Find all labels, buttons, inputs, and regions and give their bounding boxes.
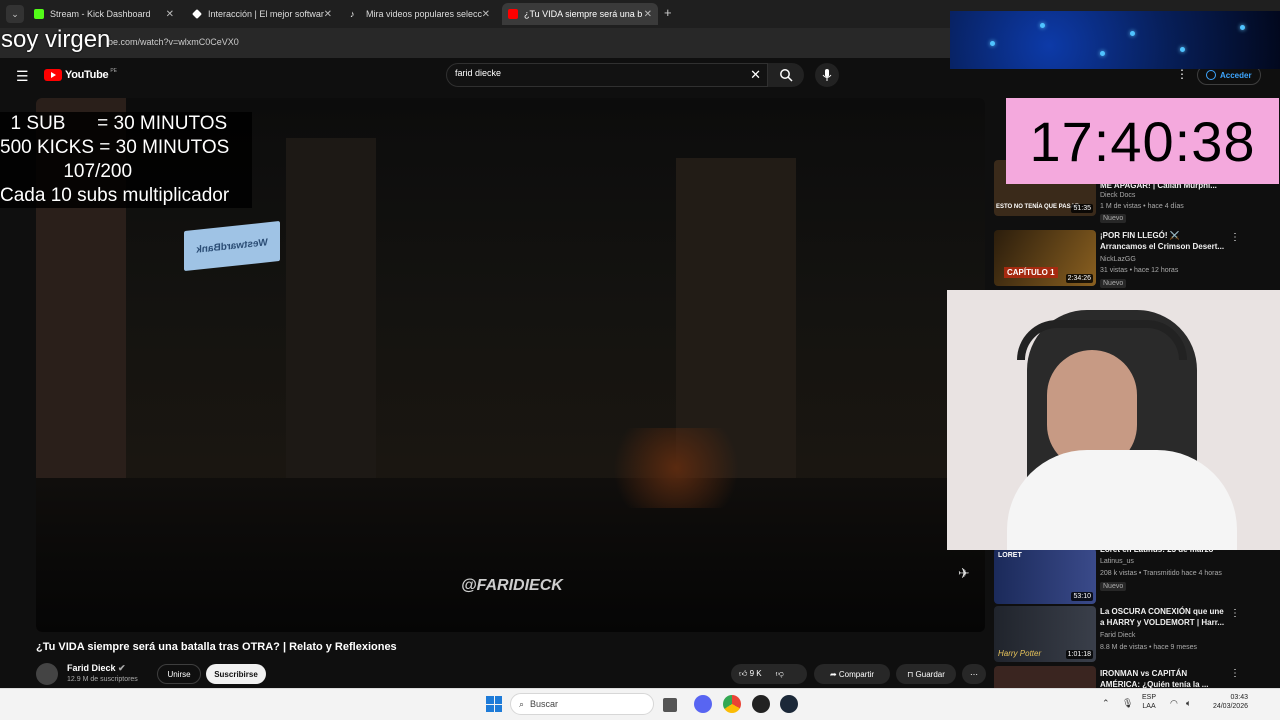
like-dislike-group: 👍︎ 9 K 👎︎: [731, 664, 807, 684]
menu-icon[interactable]: ☰: [16, 68, 29, 85]
youtube-logo[interactable]: YouTube PE: [44, 68, 117, 81]
youtube-play-icon: [44, 69, 62, 81]
overlay-text: soy virgen: [1, 26, 111, 53]
new-badge: Nuevo: [1100, 279, 1127, 288]
save-button[interactable]: ⊓ Guardar: [896, 664, 956, 684]
new-badge: Nuevo: [1100, 582, 1127, 591]
new-badge: Nuevo: [1100, 214, 1127, 223]
video-thumbnail: LORET 53:10: [994, 548, 1096, 604]
search-icon: [780, 69, 793, 82]
close-icon[interactable]: ✕: [644, 9, 652, 20]
recommended-video[interactable]: CAPÍTULO 1 2:34:26 ¡POR FIN LLEGÓ! ⚔️ Ar…: [994, 230, 1264, 288]
join-button[interactable]: Unirse: [157, 664, 201, 684]
dislike-icon[interactable]: 👎︎: [776, 669, 784, 679]
account-icon: [1206, 70, 1216, 80]
more-options-icon[interactable]: ⋮: [1230, 608, 1240, 619]
tab-search-button[interactable]: ⌄: [6, 5, 24, 23]
task-view-icon[interactable]: [663, 698, 677, 712]
language-indicator[interactable]: ESP LAA: [1142, 693, 1156, 711]
close-icon[interactable]: ✕: [482, 9, 490, 20]
tab-interaccion[interactable]: Interacción | El mejor software p ✕: [186, 3, 338, 25]
recommended-video[interactable]: Harry Potter 1:01:18 La OSCURA CONEXIÓN …: [994, 606, 1264, 662]
volume-icon[interactable]: 🔈︎: [1186, 698, 1191, 709]
tab-tiktok[interactable]: ♪ Mira videos populares seleccio ✕: [344, 3, 496, 25]
taskbar-search[interactable]: ⌕ Buscar: [510, 693, 654, 715]
more-options-icon[interactable]: ⋮: [1176, 67, 1188, 81]
close-icon[interactable]: ✕: [324, 9, 332, 20]
steam-icon[interactable]: [780, 695, 798, 713]
tab-kick-dashboard[interactable]: Stream - Kick Dashboard ✕: [28, 3, 180, 25]
video-thumbnail: CAPÍTULO 1 2:34:26: [994, 230, 1096, 286]
tab-youtube-active[interactable]: ¿Tu VIDA siempre será una bata ✕: [502, 3, 658, 25]
microphone-tray-icon[interactable]: 🎙︎: [1122, 698, 1133, 709]
share-icon: ➦: [829, 669, 839, 679]
voice-search-button[interactable]: [815, 63, 839, 87]
verified-icon: ✔: [118, 663, 126, 673]
miniplayer-icon[interactable]: ✈: [958, 565, 970, 582]
more-options-icon[interactable]: ⋮: [1230, 668, 1240, 679]
bookmark-icon: ⊓: [907, 669, 916, 679]
more-options-icon[interactable]: ⋮: [1230, 232, 1240, 243]
subscriber-count: 12.9 M de suscriptores: [67, 676, 138, 683]
shirt: [1007, 450, 1237, 550]
discord-icon[interactable]: [694, 695, 712, 713]
recommended-video[interactable]: LORET 53:10 Loret en Latinus: 23 de marz…: [994, 545, 1264, 604]
like-button[interactable]: 👍︎ 9 K: [739, 669, 762, 679]
url-field[interactable]: be.com/watch?v=wlxmC0CeVX0: [108, 37, 239, 47]
clear-icon[interactable]: ✕: [750, 67, 761, 83]
webcam-feed: [947, 290, 1280, 550]
close-icon[interactable]: ✕: [166, 9, 174, 20]
youtube-icon: [508, 9, 518, 19]
wifi-icon[interactable]: ◠: [1170, 698, 1178, 709]
microphone-icon: [822, 68, 832, 81]
search-box: ✕: [446, 63, 768, 87]
clock[interactable]: 03:43 24/03/2026: [1210, 693, 1248, 711]
search-icon: ⌕: [519, 698, 525, 709]
headphones: [1017, 320, 1187, 360]
share-button[interactable]: ➦ Compartir: [814, 664, 890, 684]
new-tab-button[interactable]: +: [664, 5, 672, 20]
search-button[interactable]: [768, 63, 804, 87]
overlay-decoration: [950, 11, 1280, 69]
channel-name[interactable]: Farid Dieck ✔: [67, 663, 126, 674]
chrome-icon[interactable]: [723, 695, 741, 713]
more-actions-icon[interactable]: ⋯: [962, 664, 986, 684]
subathon-rules: 1 SUB = 30 MINUTOS 500 KICKS = 30 MINUTO…: [0, 112, 252, 208]
video-thumbnail: Harry Potter 1:01:18: [994, 606, 1096, 662]
recommended-video[interactable]: IRONMAN vs CAPITÁN AMÉRICA: ¿Quién tenía…: [994, 666, 1264, 688]
video-thumbnail: [994, 666, 1096, 688]
windows-start-icon[interactable]: [486, 696, 502, 712]
video-title: ¿Tu VIDA siempre será una batalla tras O…: [36, 641, 397, 653]
video-watermark: @FARIDIECK: [461, 577, 563, 594]
stream-timer: 17:40:38: [1006, 98, 1279, 184]
kick-icon: [34, 9, 44, 19]
chevron-up-icon[interactable]: ⌃: [1102, 698, 1110, 709]
obs-icon[interactable]: [752, 695, 770, 713]
search-input[interactable]: [455, 68, 735, 78]
tiktok-icon: ♪: [350, 9, 355, 19]
subscribe-button[interactable]: Suscribirse: [206, 664, 266, 684]
diamond-icon: [192, 9, 202, 19]
avatar[interactable]: [36, 663, 58, 685]
